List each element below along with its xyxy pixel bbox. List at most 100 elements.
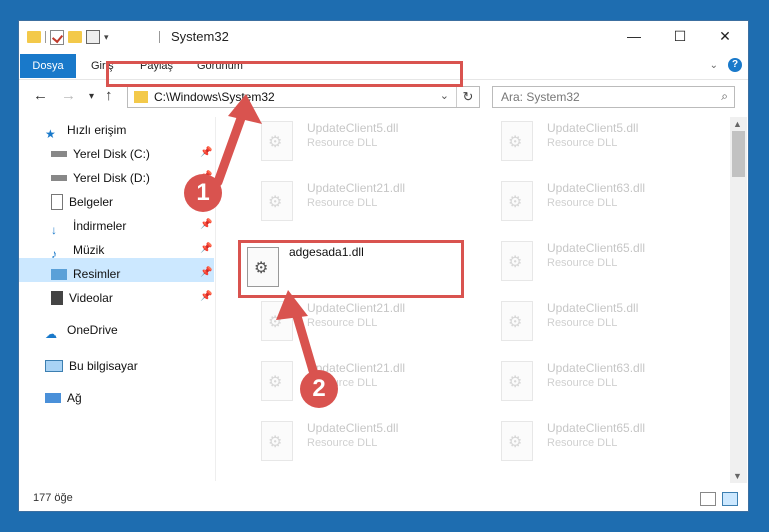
sidebar-item-drive-d[interactable]: Yerel Disk (D:) bbox=[51, 167, 150, 189]
chevron-down-icon[interactable]: ⌄ bbox=[440, 89, 449, 102]
sidebar-item-videos[interactable]: Videolar bbox=[51, 287, 113, 309]
sidebar-item-label: Yerel Disk (D:) bbox=[73, 171, 150, 185]
search-icon[interactable]: ⌕ bbox=[721, 89, 728, 104]
file-tile[interactable]: UpdateClient63.dll Resource DLL bbox=[489, 357, 709, 409]
drive-icon bbox=[51, 151, 67, 157]
file-name: UpdateClient5.dll bbox=[307, 421, 399, 435]
network-icon bbox=[45, 393, 61, 403]
details-view-icon[interactable] bbox=[700, 492, 716, 506]
cloud-icon: ☁ bbox=[45, 327, 57, 341]
file-tile[interactable]: UpdateClient63.dll Resource DLL bbox=[489, 177, 709, 229]
file-name: UpdateClient5.dll bbox=[547, 121, 639, 135]
pane-divider bbox=[215, 117, 216, 481]
maximize-button[interactable]: ☐ bbox=[657, 25, 703, 49]
refresh-icon[interactable]: ↻ bbox=[456, 87, 479, 107]
pin-icon[interactable]: 📌 bbox=[200, 147, 212, 158]
download-icon: ↓ bbox=[51, 223, 57, 237]
computer-icon bbox=[45, 360, 63, 372]
quick-access-toolbar: ▾ bbox=[27, 29, 109, 45]
file-type: Resource DLL bbox=[547, 257, 618, 269]
tiles-view-icon[interactable] bbox=[722, 492, 738, 506]
file-tile[interactable]: UpdateClient5.dll Resource DLL bbox=[489, 297, 709, 349]
sidebar-item-this-pc[interactable]: Bu bilgisayar bbox=[45, 355, 138, 377]
file-tile[interactable]: UpdateClient5.dll Resource DLL bbox=[249, 417, 469, 469]
file-type: Resource DLL bbox=[547, 197, 618, 209]
item-count: 177 öğe bbox=[33, 492, 73, 504]
file-tile[interactable]: UpdateClient65.dll Resource DLL bbox=[489, 237, 709, 289]
folder-icon[interactable] bbox=[27, 31, 41, 43]
address-path[interactable]: C:\Windows\System32 bbox=[154, 90, 275, 104]
star-icon: ★ bbox=[45, 127, 56, 141]
up-arrow-icon[interactable]: ↑ bbox=[105, 87, 113, 104]
scroll-up-icon[interactable]: ▲ bbox=[733, 119, 742, 129]
file-name: UpdateClient5.dll bbox=[307, 121, 399, 135]
file-name: UpdateClient63.dll bbox=[547, 361, 646, 375]
back-arrow-icon[interactable]: ← bbox=[33, 87, 48, 104]
sidebar-item-music[interactable]: ♪ Müzik bbox=[51, 239, 104, 261]
forward-arrow-icon[interactable]: → bbox=[61, 87, 76, 104]
file-tile[interactable]: UpdateClient21.dllResource DLL bbox=[249, 357, 469, 409]
new-folder-icon[interactable] bbox=[68, 31, 82, 43]
sidebar-item-label: Müzik bbox=[73, 243, 105, 257]
pin-icon[interactable]: 📌 bbox=[200, 243, 212, 254]
pin-icon[interactable]: 📌 bbox=[200, 267, 212, 278]
video-icon bbox=[51, 291, 63, 305]
address-highlight-box bbox=[106, 61, 463, 87]
file-tile[interactable]: UpdateClient21.dllResource DLL bbox=[249, 177, 469, 229]
file-name: UpdateClient63.dll bbox=[547, 181, 646, 195]
dll-file-icon bbox=[501, 181, 533, 221]
toolbar-divider bbox=[45, 31, 46, 43]
dll-file-icon bbox=[261, 361, 293, 401]
properties-icon[interactable] bbox=[50, 29, 64, 45]
recent-locations-icon[interactable]: ▾ bbox=[89, 91, 94, 102]
sidebar-item-label: İndirmeler bbox=[73, 219, 127, 233]
vertical-scrollbar[interactable]: ▲ ▼ bbox=[730, 117, 747, 483]
music-icon: ♪ bbox=[51, 247, 57, 261]
document-icon bbox=[51, 194, 63, 210]
help-icon[interactable]: ? bbox=[728, 58, 742, 72]
sidebar-item-documents[interactable]: Belgeler bbox=[51, 191, 113, 213]
scroll-thumb[interactable] bbox=[732, 131, 745, 177]
sidebar-item-network[interactable]: Ağ bbox=[45, 387, 82, 409]
scroll-down-icon[interactable]: ▼ bbox=[733, 471, 742, 481]
pin-icon[interactable]: 📌 bbox=[200, 291, 212, 302]
chevron-down-icon[interactable]: ▾ bbox=[104, 32, 109, 43]
close-button[interactable]: ✕ bbox=[702, 25, 748, 49]
tab-file[interactable]: Dosya bbox=[20, 54, 76, 78]
dll-file-icon bbox=[261, 301, 293, 341]
dll-file-icon bbox=[501, 121, 533, 161]
window-title: System32 bbox=[171, 29, 229, 44]
sidebar-item-onedrive[interactable]: ☁ OneDrive bbox=[45, 319, 118, 341]
sidebar-item-pictures[interactable]: Resimler bbox=[51, 263, 120, 285]
search-input[interactable]: Ara: System32 ⌕ bbox=[492, 86, 735, 108]
view-icon[interactable] bbox=[86, 30, 100, 44]
minimize-button[interactable]: — bbox=[611, 25, 657, 49]
sidebar-item-drive-c[interactable]: Yerel Disk (C:) bbox=[51, 143, 150, 165]
file-type: Resource DLL bbox=[547, 137, 618, 149]
pin-icon[interactable]: 📌 bbox=[200, 219, 212, 230]
file-tile[interactable]: UpdateClient5.dll Resource DLL bbox=[489, 117, 709, 169]
folder-icon bbox=[134, 91, 148, 103]
file-list: UpdateClient5.dll Resource DLL UpdateClie… bbox=[229, 117, 729, 481]
drive-icon bbox=[51, 175, 67, 181]
sidebar-item-quick-access[interactable]: ★ Hızlı erişim bbox=[45, 119, 126, 141]
navigation-pane: ★ Hızlı erişim Yerel Disk (C:) 📌 Yerel Di… bbox=[19, 117, 215, 481]
file-name: UpdateClient65.dll bbox=[547, 241, 646, 255]
file-type: Resource DLL bbox=[307, 137, 378, 149]
file-type: Resource DLL bbox=[307, 197, 378, 209]
dll-file-icon bbox=[261, 121, 293, 161]
sidebar-item-label: Hızlı erişim bbox=[67, 123, 127, 137]
dll-file-icon bbox=[501, 361, 533, 401]
file-name: UpdateClient65.dll bbox=[547, 421, 646, 435]
sidebar-item-label: Videolar bbox=[69, 291, 113, 305]
file-tile[interactable]: UpdateClient65.dll Resource DLL bbox=[489, 417, 709, 469]
sidebar-item-label: Belgeler bbox=[69, 195, 114, 209]
dll-file-icon bbox=[261, 421, 293, 461]
ribbon-expand-icon[interactable]: ⌄ bbox=[710, 60, 718, 71]
file-tile[interactable]: UpdateClient21.dllResource DLL bbox=[249, 297, 469, 349]
address-bar[interactable]: C:\Windows\System32 ⌄ ↻ bbox=[127, 86, 480, 108]
file-tile[interactable]: UpdateClient5.dll Resource DLL bbox=[249, 117, 469, 169]
sidebar-item-downloads[interactable]: ↓ İndirmeler bbox=[51, 215, 126, 237]
file-type: Resource DLL bbox=[307, 437, 378, 449]
search-placeholder: Ara: System32 bbox=[501, 90, 580, 104]
